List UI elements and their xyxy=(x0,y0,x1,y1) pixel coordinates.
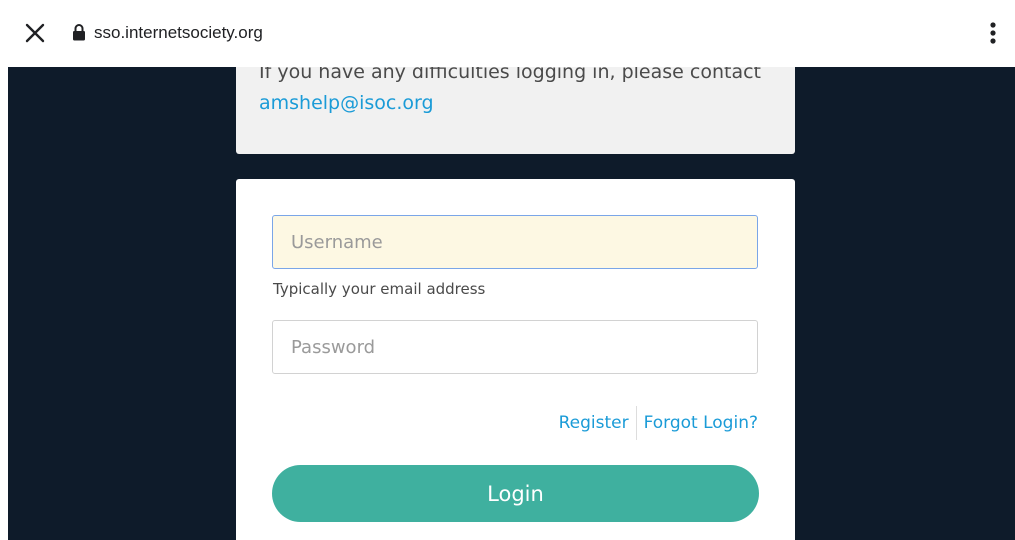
login-help-notice: If you have any difficulties logging in,… xyxy=(236,67,795,154)
username-input[interactable] xyxy=(272,215,758,269)
url-text[interactable]: sso.internetsociety.org xyxy=(94,23,263,43)
login-button[interactable]: Login xyxy=(272,465,759,522)
support-email-link[interactable]: amshelp@isoc.org xyxy=(259,92,434,114)
password-input[interactable] xyxy=(272,320,758,374)
link-divider xyxy=(635,406,637,440)
register-link[interactable]: Register xyxy=(559,413,629,433)
browser-toolbar: sso.internetsociety.org xyxy=(0,0,1015,67)
close-icon[interactable] xyxy=(24,22,46,44)
username-helper-text: Typically your email address xyxy=(273,280,486,298)
login-form-card: Typically your email address Register Fo… xyxy=(236,179,795,540)
more-vert-icon[interactable] xyxy=(986,20,1000,46)
lock-icon xyxy=(73,24,85,41)
account-links: Register Forgot Login? xyxy=(559,406,758,440)
forgot-login-link[interactable]: Forgot Login? xyxy=(644,413,758,433)
notice-text: If you have any difficulties logging in,… xyxy=(259,67,761,83)
